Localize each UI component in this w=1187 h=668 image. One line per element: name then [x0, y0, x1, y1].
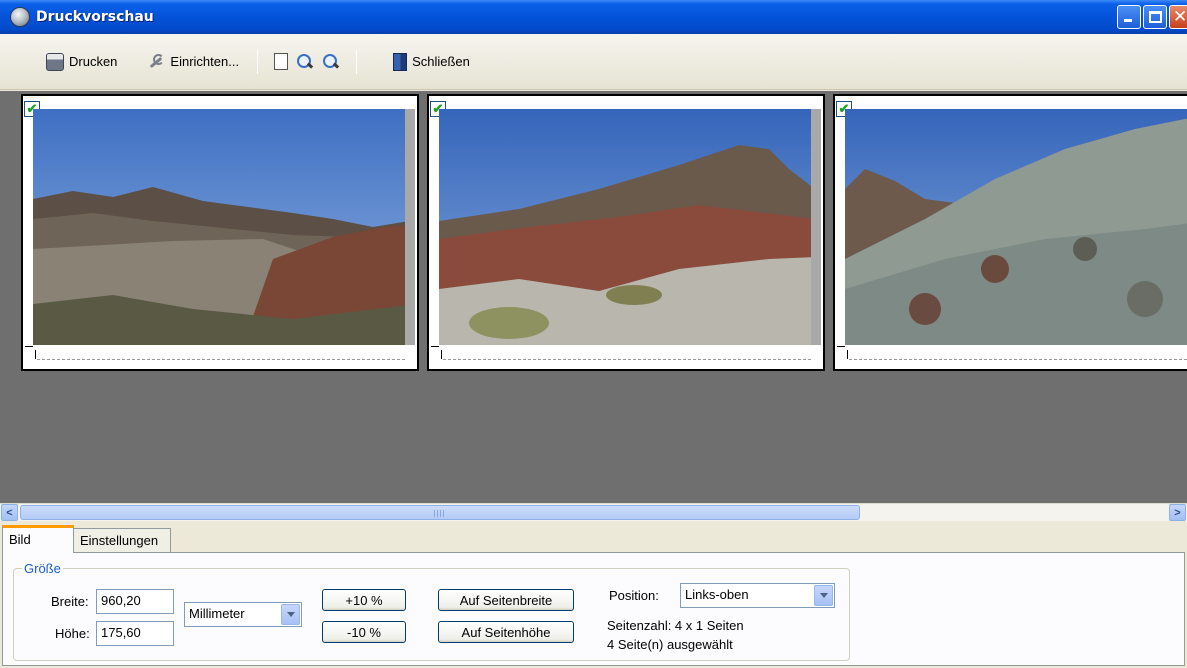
- crop-mark: [35, 350, 36, 359]
- unit-select[interactable]: Millimeter: [184, 602, 302, 627]
- window-controls: ✕: [1117, 5, 1187, 29]
- position-value: Links-oben: [685, 587, 749, 602]
- page-view-button[interactable]: [270, 49, 292, 75]
- print-button[interactable]: Drucken: [40, 49, 123, 75]
- title-bar: Druckvorschau ✕: [0, 0, 1187, 34]
- decrease-10-button[interactable]: -10 %: [322, 621, 406, 643]
- preview-page[interactable]: ✔: [833, 94, 1187, 371]
- minimize-button[interactable]: [1117, 5, 1141, 29]
- setup-button[interactable]: Einrichten...: [141, 49, 245, 75]
- close-window-button[interactable]: ✕: [1169, 5, 1187, 29]
- fit-page-height-button[interactable]: Auf Seitenhöhe: [438, 621, 574, 643]
- tab-strip: Bild Einstellungen: [0, 523, 1187, 553]
- crop-mark: [441, 350, 442, 359]
- close-preview-button[interactable]: Schließen: [387, 49, 476, 75]
- scroll-right-button[interactable]: >: [1169, 504, 1186, 521]
- fit-page-width-button[interactable]: Auf Seitenbreite: [438, 589, 574, 611]
- selected-pages-text: 4 Seite(n) ausgewählt: [607, 637, 733, 652]
- page-margin: [811, 109, 821, 345]
- width-label: Breite:: [51, 594, 89, 609]
- maximize-button[interactable]: [1143, 5, 1167, 29]
- page-view-icon: [274, 53, 289, 70]
- wrench-icon: [147, 53, 165, 71]
- grip-icon: [434, 510, 446, 517]
- preview-page[interactable]: ✔: [427, 94, 825, 371]
- increase-10-button[interactable]: +10 %: [322, 589, 406, 611]
- exit-door-icon: [393, 52, 408, 71]
- unit-value: Millimeter: [189, 606, 245, 621]
- page-count-text: Seitenzahl: 4 x 1 Seiten: [607, 618, 744, 633]
- setup-label: Einrichten...: [170, 54, 240, 69]
- crop-mark: [25, 346, 33, 347]
- print-label: Drucken: [69, 54, 118, 69]
- height-label: Höhe:: [55, 626, 90, 641]
- chevron-down-icon[interactable]: [281, 604, 300, 625]
- panorama-image: [33, 109, 407, 345]
- horizontal-scrollbar[interactable]: < >: [0, 503, 1187, 521]
- panorama-image: [439, 109, 813, 345]
- position-select[interactable]: Links-oben: [680, 583, 835, 608]
- page-boundary-line: [37, 359, 405, 360]
- printer-icon: [46, 52, 64, 71]
- size-groupbox: Größe Breite: 960,20 Höhe: 175,60 Millim…: [13, 561, 850, 661]
- crop-mark: [847, 350, 848, 359]
- tab-einstellungen[interactable]: Einstellungen: [73, 528, 171, 552]
- width-field[interactable]: 960,20: [96, 589, 174, 614]
- zoom-out-button[interactable]: [318, 49, 344, 75]
- position-label: Position:: [609, 588, 659, 603]
- chevron-down-icon[interactable]: [814, 585, 833, 606]
- crop-mark: [837, 346, 845, 347]
- group-legend: Größe: [22, 561, 63, 576]
- app-icon: [10, 7, 30, 27]
- zoom-in-button[interactable]: [292, 49, 318, 75]
- page-boundary-line: [443, 359, 811, 360]
- page-boundary-line: [849, 359, 1187, 360]
- close-label: Schließen: [412, 54, 470, 69]
- window-title: Druckvorschau: [36, 9, 154, 25]
- scrollbar-thumb[interactable]: [20, 505, 860, 520]
- preview-page[interactable]: ✔: [21, 94, 419, 371]
- zoom-in-icon: [296, 53, 314, 71]
- crop-mark: [431, 346, 439, 347]
- toolbar: Drucken Einrichten... Schließen: [0, 34, 1187, 90]
- preview-area[interactable]: ✔ ✔ ✔: [0, 91, 1187, 503]
- maximize-icon: [1149, 11, 1162, 23]
- toolbar-separator: [356, 49, 358, 74]
- zoom-out-icon: [322, 53, 340, 71]
- minimize-icon: [1124, 19, 1132, 22]
- tab-panel-bild: Größe Breite: 960,20 Höhe: 175,60 Millim…: [2, 552, 1185, 666]
- height-field[interactable]: 175,60: [96, 621, 174, 646]
- toolbar-separator: [257, 49, 259, 74]
- scroll-left-button[interactable]: <: [1, 504, 18, 521]
- panorama-image: [845, 109, 1187, 345]
- close-icon: ✕: [1173, 7, 1187, 27]
- tab-bild[interactable]: Bild: [2, 525, 74, 553]
- page-margin: [405, 109, 415, 345]
